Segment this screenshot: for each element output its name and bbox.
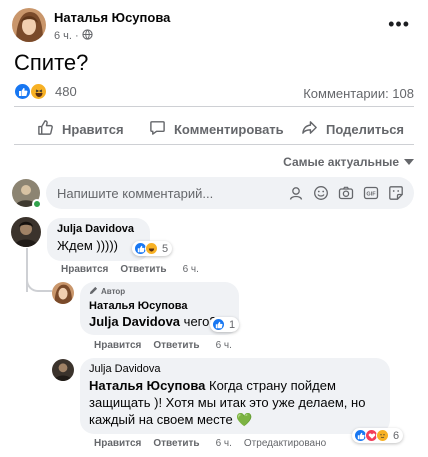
reply-mention[interactable]: Julja Davidova [89,314,180,329]
pencil-icon [89,286,98,297]
reply-reply-link[interactable]: Ответить [153,438,199,449]
thumbs-up-icon [37,119,54,139]
reply-actions: Нравится Ответить 6 ч. Отредактировано [94,438,326,449]
comment-actions: Нравится Ответить 6 ч. [61,264,199,275]
comment-reactions[interactable]: 5 [132,241,173,256]
reply-author-avatar[interactable] [52,359,74,381]
post-meta: 6 ч. · [54,29,93,43]
reply-reaction-count: 6 [393,429,400,442]
share-button[interactable]: Поделиться [301,119,404,139]
like-reaction-icon [212,318,225,331]
green-heart-emoji: 💚 [236,412,253,427]
meta-separator: · [74,30,79,42]
reply-like-link[interactable]: Нравится [94,340,141,351]
share-arrow-icon [301,119,318,139]
gif-icon[interactable]: GIF [362,184,379,201]
share-button-label: Поделиться [326,121,405,137]
more-options-icon[interactable]: ••• [388,14,410,35]
author-avatar[interactable] [12,8,46,42]
comment-time[interactable]: 6 ч. [183,264,199,275]
reply-reaction-count: 1 [229,318,236,331]
reply-mention[interactable]: Наталья Юсупова [89,378,205,393]
sticker-icon[interactable] [387,184,404,201]
comment-input[interactable]: Напишите комментарий... GIF [46,177,414,209]
reply-reply-link[interactable]: Ответить [153,340,199,351]
reply-time[interactable]: 6 ч. [216,340,232,351]
comment-reply-link[interactable]: Ответить [120,264,166,275]
reactions-count[interactable]: 480 [55,84,77,99]
comment-like-link[interactable]: Нравится [61,264,108,275]
divider [14,106,414,107]
reply-text: Julja Davidova чего? [89,313,229,330]
svg-text:GIF: GIF [366,191,376,197]
like-button-label: Нравится [62,121,124,137]
online-status-dot [32,199,42,209]
comment-input-placeholder: Напишите комментарий... [57,185,214,201]
camera-icon[interactable] [337,184,354,201]
comment-button-label: Комментировать [174,121,284,137]
reply-reactions[interactable]: 1 [210,317,240,332]
haha-reaction-icon [145,242,158,255]
caret-down-icon [404,155,414,169]
like-reaction-icon [14,83,31,100]
comment-reaction-count: 5 [162,242,169,255]
reply-author[interactable]: Наталья Юсупова [89,300,229,312]
reply-text: Наталья Юсупова Когда страну пойдем защи… [89,377,380,428]
sort-label: Самые актуальные [283,155,399,169]
reply-author-avatar[interactable] [52,282,74,304]
edited-label[interactable]: Отредактировано [244,438,326,449]
commenter-avatar[interactable] [11,217,41,247]
author-badge: Автор [89,286,229,297]
post-author-name[interactable]: Наталья Юсупова [54,10,170,25]
comment-bubble-icon [149,119,166,139]
like-button[interactable]: Нравится [37,119,124,139]
comment-button[interactable]: Комментировать [149,119,284,139]
post-time[interactable]: 6 ч. [54,30,72,42]
comment-author[interactable]: Julja Davidova [57,223,140,235]
reply-bubble: Julja Davidova Наталья Юсупова Когда стр… [80,358,390,434]
avatar-sticker-icon[interactable] [287,184,304,201]
reactions-summary[interactable]: 480 [14,83,77,100]
reply-reactions[interactable]: 6 [352,428,404,443]
comment-text: Ждем ))))) [57,238,119,253]
reply-like-link[interactable]: Нравится [94,438,141,449]
author-badge-label: Автор [101,287,126,296]
thread-connector [26,266,52,292]
emoji-icon[interactable] [312,184,329,201]
globe-icon [82,29,93,43]
haha-reaction-icon [30,83,47,100]
reply-time[interactable]: 6 ч. [216,438,232,449]
comment-input-tools: GIF [287,184,404,201]
care-reaction-icon [376,429,389,442]
comments-count[interactable]: Комментарии: 108 [303,86,414,101]
reply-actions: Нравится Ответить 6 ч. [94,340,232,351]
sort-dropdown[interactable]: Самые актуальные [283,155,414,169]
divider [14,144,414,145]
post-text: Спите? [14,50,89,75]
reply-author[interactable]: Julja Davidova [89,363,380,375]
